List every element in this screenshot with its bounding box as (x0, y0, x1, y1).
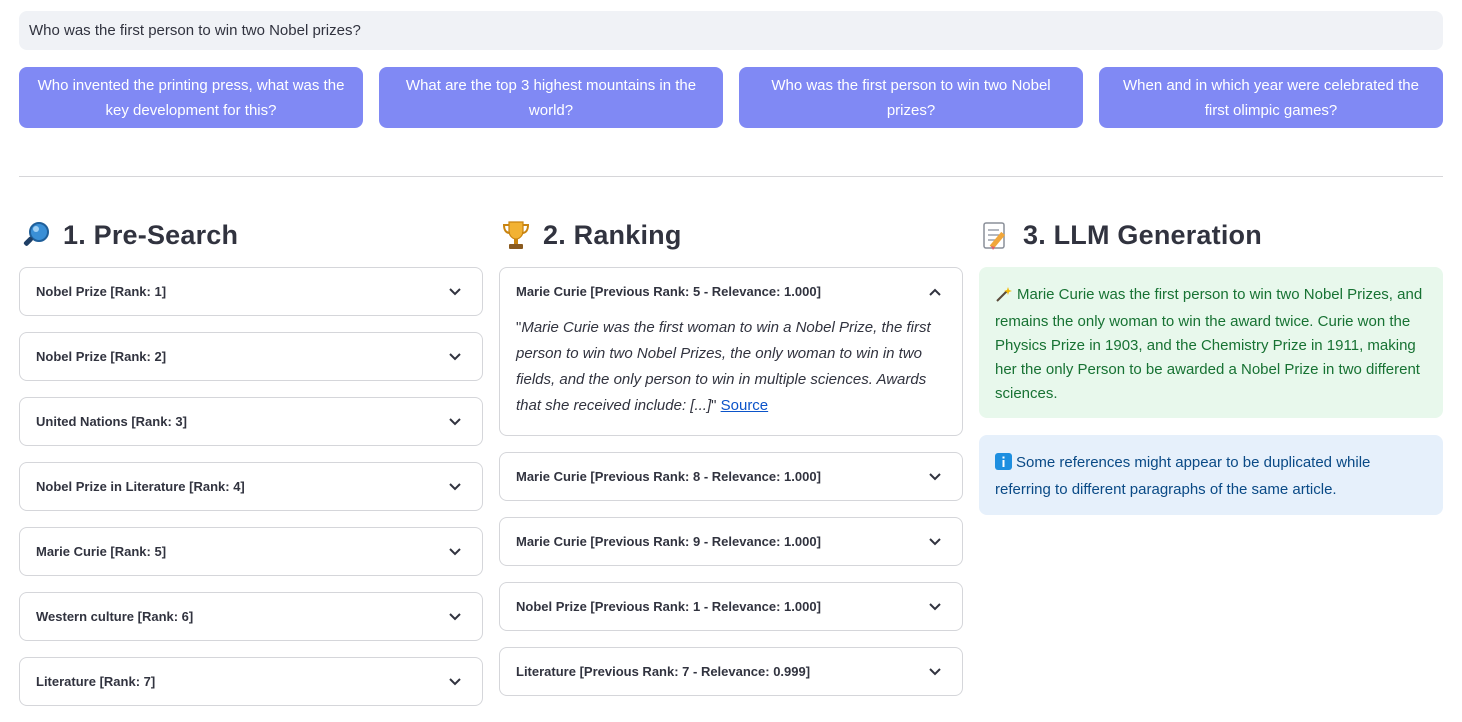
expander-header[interactable]: Nobel Prize [Previous Rank: 1 - Relevanc… (500, 583, 962, 630)
chevron-down-icon (928, 600, 942, 614)
ranking-column: 2. Ranking Marie Curie [Previous Rank: 5… (499, 216, 963, 712)
chevron-down-icon (448, 545, 462, 559)
expander-label: United Nations [Rank: 3] (36, 414, 187, 429)
magic-wand-icon (995, 286, 1013, 310)
expander-label: Western culture [Rank: 6] (36, 609, 194, 624)
info-icon (995, 453, 1012, 478)
suggestion-row: Who invented the printing press, what wa… (19, 67, 1443, 128)
presearch-expander[interactable]: Western culture [Rank: 6] (19, 592, 483, 641)
chevron-down-icon (448, 480, 462, 494)
info-text: Some references might appear to be dupli… (995, 454, 1371, 498)
expander-label: Nobel Prize in Literature [Rank: 4] (36, 479, 245, 494)
suggestion-label: Who invented the printing press, what wa… (37, 76, 345, 119)
answer-alert: Marie Curie was the first person to win … (979, 267, 1443, 418)
chevron-down-icon (448, 675, 462, 689)
expander-header[interactable]: Nobel Prize in Literature [Rank: 4] (20, 463, 482, 510)
expander-header[interactable]: Marie Curie [Previous Rank: 8 - Relevanc… (500, 453, 962, 500)
expander-header[interactable]: Nobel Prize [Rank: 2] (20, 333, 482, 380)
expander-header[interactable]: Literature [Rank: 7] (20, 658, 482, 705)
ranking-header: 2. Ranking (499, 216, 963, 254)
presearch-expander[interactable]: United Nations [Rank: 3] (19, 397, 483, 446)
expander-label: Nobel Prize [Previous Rank: 1 - Relevanc… (516, 599, 821, 614)
source-link[interactable]: Source (721, 397, 769, 414)
generation-header: 3. LLM Generation (979, 216, 1443, 254)
presearch-expander[interactable]: Nobel Prize [Rank: 2] (19, 332, 483, 381)
ranking-expander-expanded[interactable]: Marie Curie [Previous Rank: 5 - Relevanc… (499, 267, 963, 436)
generation-title: 3. LLM Generation (1023, 219, 1262, 250)
presearch-expander[interactable]: Literature [Rank: 7] (19, 657, 483, 706)
suggestion-label: What are the top 3 highest mountains in … (405, 76, 697, 119)
expander-label: Marie Curie [Rank: 5] (36, 544, 167, 559)
chevron-down-icon (928, 665, 942, 679)
expander-header[interactable]: Western culture [Rank: 6] (20, 593, 482, 640)
section-divider (19, 176, 1443, 177)
ranking-title: 2. Ranking (543, 219, 682, 250)
expander-header[interactable]: Literature [Previous Rank: 7 - Relevance… (500, 648, 962, 695)
expander-header[interactable]: United Nations [Rank: 3] (20, 398, 482, 445)
presearch-column: 1. Pre-Search Nobel Prize [Rank: 1] Nobe… (19, 216, 483, 722)
expander-header[interactable]: Marie Curie [Previous Rank: 9 - Relevanc… (500, 518, 962, 565)
chevron-down-icon (448, 610, 462, 624)
quote-close: " (711, 397, 717, 414)
suggestion-button-3[interactable]: Who was the first person to win two Nobe… (739, 67, 1083, 128)
expander-label: Marie Curie [Previous Rank: 5 - Relevanc… (516, 284, 821, 299)
expander-label: Marie Curie [Previous Rank: 8 - Relevanc… (516, 469, 821, 484)
magnifier-icon (19, 218, 53, 252)
info-alert: Some references might appear to be dupli… (979, 435, 1443, 515)
suggestion-label: When and in which year were celebrated t… (1122, 76, 1419, 119)
expander-header[interactable]: Marie Curie [Rank: 5] (20, 528, 482, 575)
chevron-down-icon (448, 415, 462, 429)
chevron-down-icon (928, 535, 942, 549)
presearch-expander[interactable]: Marie Curie [Rank: 5] (19, 527, 483, 576)
ranking-expander[interactable]: Marie Curie [Previous Rank: 8 - Relevanc… (499, 452, 963, 501)
expander-label: Nobel Prize [Rank: 2] (36, 349, 167, 364)
suggestion-button-2[interactable]: What are the top 3 highest mountains in … (379, 67, 723, 128)
ranking-expander[interactable]: Nobel Prize [Previous Rank: 1 - Relevanc… (499, 582, 963, 631)
presearch-expander[interactable]: Nobel Prize [Rank: 1] (19, 267, 483, 316)
expander-header[interactable]: Nobel Prize [Rank: 1] (20, 268, 482, 315)
memo-icon (979, 218, 1013, 252)
generation-column: 3. LLM Generation Marie Curie was the fi… (979, 216, 1443, 515)
expander-header[interactable]: Marie Curie [Previous Rank: 5 - Relevanc… (500, 268, 962, 315)
expander-label: Marie Curie [Previous Rank: 9 - Relevanc… (516, 534, 821, 549)
query-input-value: Who was the first person to win two Nobe… (29, 22, 361, 39)
expander-label: Literature [Rank: 7] (36, 674, 156, 689)
suggestion-button-4[interactable]: When and in which year were celebrated t… (1099, 67, 1443, 128)
presearch-title: 1. Pre-Search (63, 219, 239, 250)
chevron-down-icon (448, 285, 462, 299)
presearch-expander[interactable]: Nobel Prize in Literature [Rank: 4] (19, 462, 483, 511)
chevron-down-icon (448, 350, 462, 364)
suggestion-label: Who was the first person to win two Nobe… (771, 76, 1051, 119)
ranking-expander[interactable]: Literature [Previous Rank: 7 - Relevance… (499, 647, 963, 696)
expander-label: Literature [Previous Rank: 7 - Relevance… (516, 664, 811, 679)
query-input[interactable]: Who was the first person to win two Nobe… (19, 11, 1443, 50)
expander-content: "Marie Curie was the first woman to win … (500, 315, 962, 435)
suggestion-button-1[interactable]: Who invented the printing press, what wa… (19, 67, 363, 128)
ranking-expander[interactable]: Marie Curie [Previous Rank: 9 - Relevanc… (499, 517, 963, 566)
answer-text: Marie Curie was the first person to win … (995, 286, 1423, 402)
chevron-down-icon (928, 470, 942, 484)
chevron-up-icon (928, 285, 942, 299)
presearch-header: 1. Pre-Search (19, 216, 483, 254)
trophy-icon (499, 218, 533, 252)
expander-label: Nobel Prize [Rank: 1] (36, 284, 167, 299)
